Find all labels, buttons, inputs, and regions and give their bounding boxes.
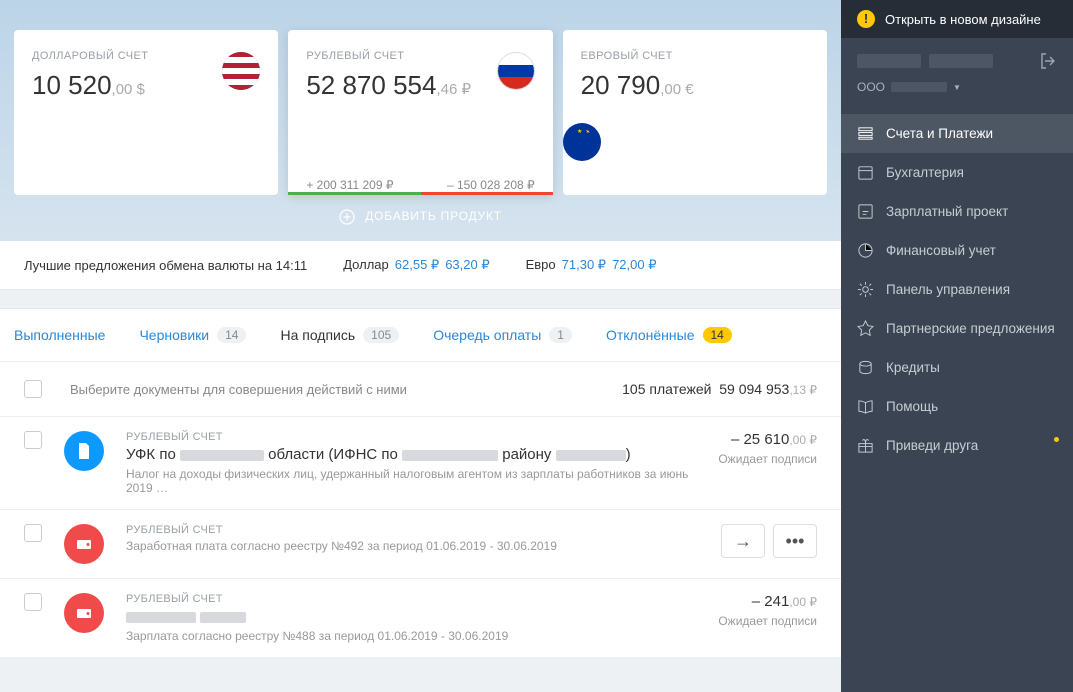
calendar-icon bbox=[857, 164, 874, 181]
nav-refer[interactable]: Приведи друга bbox=[841, 426, 1073, 465]
nav-payroll[interactable]: Зарплатный проект bbox=[841, 192, 1073, 231]
flag-ru-icon bbox=[497, 52, 535, 90]
payment-desc: Налог на доходы физических лиц, удержанн… bbox=[126, 467, 696, 495]
wallet-icon bbox=[64, 524, 104, 564]
tab-drafts[interactable]: Черновики14 bbox=[139, 327, 246, 343]
account-card-usd[interactable]: ДОЛЛАРОВЫЙ СЧЕТ 10 520,00 $ bbox=[14, 30, 278, 195]
row-checkbox[interactable] bbox=[24, 593, 42, 611]
forward-button[interactable]: → bbox=[721, 524, 765, 558]
payments-summary: 105 платежей 59 094 953,13 ₽ bbox=[622, 381, 817, 397]
tab-queue[interactable]: Очередь оплаты1 bbox=[433, 327, 572, 343]
account-type: РУБЛЕВЫЙ СЧЕТ bbox=[126, 593, 696, 605]
payment-desc: Зарплата согласно реестру №488 за период… bbox=[126, 629, 696, 643]
account-card-eur[interactable]: ЕВРОВЫЙ СЧЕТ 20 790,00 € bbox=[563, 30, 827, 195]
wallet-icon bbox=[64, 593, 104, 633]
payment-title bbox=[126, 608, 696, 625]
row-checkbox[interactable] bbox=[24, 431, 42, 449]
payment-row[interactable]: РУБЛЕВЫЙ СЧЕТ Зарплата согласно реестру … bbox=[0, 578, 841, 657]
payment-row[interactable]: РУБЛЕВЫЙ СЧЕТ УФК по области (ИФНС по ра… bbox=[0, 416, 841, 509]
money-icon bbox=[857, 359, 874, 376]
rates-label: Лучшие предложения обмена валюты на 14:1… bbox=[24, 258, 307, 273]
document-icon bbox=[64, 431, 104, 471]
payment-status: Ожидает подписи bbox=[718, 452, 817, 466]
nav-finance[interactable]: Финансовый учет bbox=[841, 231, 1073, 270]
more-button[interactable]: ••• bbox=[773, 524, 817, 558]
nav-help[interactable]: Помощь bbox=[841, 387, 1073, 426]
tab-done[interactable]: Выполненные bbox=[14, 327, 105, 343]
nav-accounts[interactable]: Счета и Платежи bbox=[841, 114, 1073, 153]
usd-rate: Доллар62,55 ₽63,20 ₽ bbox=[343, 257, 489, 273]
payment-desc: Заработная плата согласно реестру №492 з… bbox=[126, 539, 699, 553]
logout-icon[interactable] bbox=[1039, 52, 1057, 70]
company-selector[interactable]: ООО▼ bbox=[841, 80, 1073, 108]
selection-hint: Выберите документы для совершения действ… bbox=[70, 382, 594, 397]
payment-status: Ожидает подписи bbox=[718, 614, 817, 628]
nav-partner[interactable]: Партнерские предложения bbox=[841, 309, 1073, 348]
gift-icon bbox=[857, 437, 874, 454]
inflow: + 200 311 209 ₽ bbox=[306, 178, 393, 192]
account-type: РУБЛЕВЫЙ СЧЕТ bbox=[126, 524, 699, 536]
flag-eu-icon bbox=[563, 123, 601, 161]
exchange-rates: Лучшие предложения обмена валюты на 14:1… bbox=[0, 241, 841, 290]
notification-dot-icon bbox=[1054, 437, 1059, 442]
account-balance: 20 790,00 € bbox=[581, 70, 809, 101]
plus-circle-icon bbox=[339, 209, 355, 225]
book-icon bbox=[857, 398, 874, 415]
payment-title: УФК по области (ИФНС по району ) bbox=[126, 446, 696, 463]
star-icon bbox=[857, 320, 874, 337]
row-checkbox[interactable] bbox=[24, 524, 42, 542]
eur-rate: Евро71,30 ₽72,00 ₽ bbox=[526, 257, 657, 273]
nav-panel[interactable]: Панель управления bbox=[841, 270, 1073, 309]
tab-rejected[interactable]: Отклонённые14 bbox=[606, 327, 732, 343]
nav-credits[interactable]: Кредиты bbox=[841, 348, 1073, 387]
account-type: РУБЛЕВЫЙ СЧЕТ bbox=[126, 431, 696, 443]
list-icon bbox=[857, 125, 874, 142]
payment-amount: – 241,00 ₽ bbox=[718, 593, 817, 610]
account-card-rub[interactable]: РУБЛЕВЫЙ СЧЕТ 52 870 554,46 ₽ + 200 311 … bbox=[288, 30, 552, 195]
outflow: – 150 028 208 ₽ bbox=[447, 178, 535, 192]
nav-accounting[interactable]: Бухгалтерия bbox=[841, 153, 1073, 192]
balance-bar bbox=[288, 192, 552, 195]
new-design-banner[interactable]: ! Открыть в новом дизайне bbox=[841, 0, 1073, 38]
payroll-icon bbox=[857, 203, 874, 220]
payment-row[interactable]: РУБЛЕВЫЙ СЧЕТ Заработная плата согласно … bbox=[0, 509, 841, 578]
payment-amount: – 25 610,00 ₽ bbox=[718, 431, 817, 448]
account-label: ЕВРОВЫЙ СЧЕТ bbox=[581, 50, 809, 62]
user-name bbox=[857, 54, 993, 68]
alert-icon: ! bbox=[857, 10, 875, 28]
select-all-checkbox[interactable] bbox=[24, 380, 42, 398]
gear-icon bbox=[857, 281, 874, 298]
add-product-button[interactable]: ДОБАВИТЬ ПРОДУКТ bbox=[14, 195, 827, 229]
chart-icon bbox=[857, 242, 874, 259]
tab-sign[interactable]: На подпись105 bbox=[280, 327, 399, 343]
